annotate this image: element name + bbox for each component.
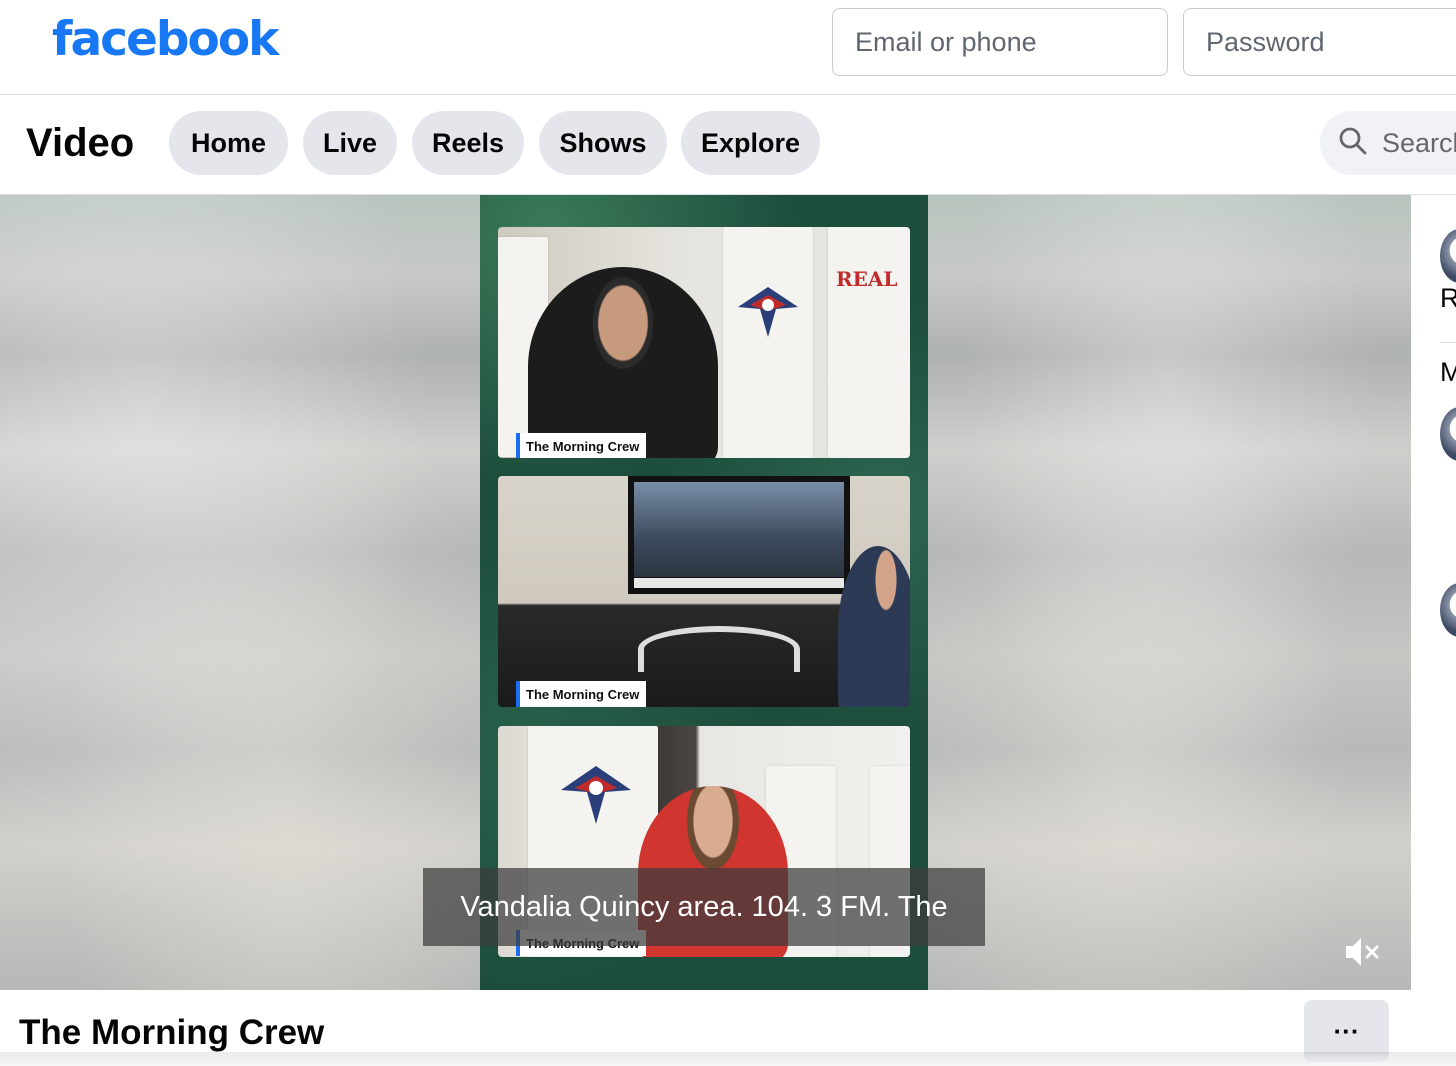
- tab-home[interactable]: Home: [169, 111, 288, 175]
- cohost-figure: [838, 546, 910, 707]
- avatar[interactable]: [1440, 407, 1456, 461]
- banner-poster: [828, 227, 910, 458]
- page-title: Video: [26, 121, 135, 165]
- tab-explore[interactable]: Explore: [681, 111, 820, 175]
- poster-lettering: REAL: [836, 267, 898, 291]
- blurred-backdrop-left: [0, 195, 480, 990]
- avatar[interactable]: [1440, 229, 1456, 283]
- top-bar: facebook: [0, 0, 1456, 95]
- panel-label: The Morning Crew: [516, 681, 646, 707]
- search-placeholder: Search: [1382, 127, 1456, 158]
- side-page-name[interactable]: R: [1440, 283, 1456, 314]
- bottom-edge: [0, 1052, 1456, 1066]
- facebook-logo[interactable]: facebook: [52, 12, 279, 67]
- side-panel: R M: [1412, 195, 1456, 995]
- eagle-logo-icon: [738, 287, 798, 337]
- tab-live[interactable]: Live: [303, 111, 397, 175]
- search-input[interactable]: Search: [1320, 111, 1456, 175]
- email-field[interactable]: [832, 8, 1168, 76]
- panel-label: The Morning Crew: [516, 433, 646, 458]
- eagle-logo-icon: [561, 766, 631, 824]
- video-title[interactable]: The Morning Crew: [19, 1013, 324, 1053]
- tab-shows[interactable]: Shows: [539, 111, 667, 175]
- divider: [1440, 342, 1456, 343]
- tab-reels[interactable]: Reels: [412, 111, 524, 175]
- video-player[interactable]: REAL The Morning Crew The Morning Crew V…: [0, 195, 1411, 990]
- search-icon: [1338, 126, 1368, 161]
- side-section-heading: M: [1440, 357, 1456, 387]
- presenter-figure: [528, 267, 718, 458]
- studio-tv: [628, 476, 850, 594]
- blurred-backdrop-right: [928, 195, 1411, 990]
- closed-caption: Vandalia Quincy area. 104. 3 FM. The: [423, 868, 985, 946]
- password-field[interactable]: [1183, 8, 1456, 76]
- avatar[interactable]: [1440, 583, 1456, 637]
- desk-lamp-shape: [638, 626, 800, 672]
- video-nav-bar: Video Home Live Reels Shows Explore Sear…: [0, 95, 1456, 195]
- speaker-muted-icon[interactable]: [1342, 932, 1382, 972]
- camera-panel-host: REAL The Morning Crew: [498, 227, 910, 458]
- camera-panel-studio: The Morning Crew: [498, 476, 910, 707]
